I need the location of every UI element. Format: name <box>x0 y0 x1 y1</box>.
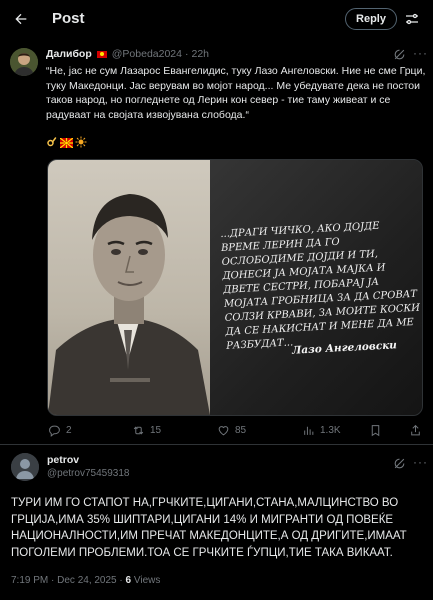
reply-icon <box>49 425 60 437</box>
views-action[interactable]: 1.3K <box>302 424 341 437</box>
author-handle[interactable]: @petrov7545931​8 <box>47 468 129 479</box>
sun-emoji-icon <box>75 135 87 153</box>
reply-views-label: Views <box>131 575 161 586</box>
reply-meta: 7:19 PM · Dec 24, 2025 · 6 Views <box>11 575 160 586</box>
more-options-icon[interactable]: ··· <box>413 46 428 60</box>
repost-icon <box>133 426 144 435</box>
more-options-icon[interactable]: ··· <box>413 455 428 469</box>
views-chart-icon <box>304 426 314 435</box>
reply-text: ТУРИ ИМ ГО СТАПОТ НА,ГРЧКИТЕ,ЦИГАНИ,СТАН… <box>11 497 407 559</box>
top-bar: Post Reply <box>0 0 433 38</box>
tune-settings-icon[interactable] <box>403 10 421 28</box>
macedonian-flag-icon <box>96 50 107 58</box>
hand-ok-emoji-icon <box>46 135 58 153</box>
like-count: 85 <box>235 425 247 436</box>
avatar[interactable] <box>10 48 38 76</box>
post-time[interactable]: 22h <box>191 48 209 60</box>
macedonian-flag-emoji-icon <box>59 135 74 153</box>
post-header: Далибор @Pobeda2024 · 22h <box>46 48 209 60</box>
separator: · <box>184 48 189 60</box>
bookmark-icon <box>371 425 380 437</box>
repost-count: 15 <box>150 425 162 436</box>
portrait-photo <box>48 160 210 415</box>
reply-action[interactable]: 2 <box>48 424 72 437</box>
reply-timestamp[interactable]: 7:19 PM · Dec 24, 2025 · <box>11 575 126 586</box>
avatar[interactable] <box>11 453 39 481</box>
author-name[interactable]: Далибор <box>46 48 92 60</box>
divider <box>0 444 433 445</box>
reply-count: 2 <box>66 425 72 436</box>
heart-icon <box>218 426 229 436</box>
share-action[interactable] <box>409 424 422 437</box>
author-handle[interactable]: @Pobeda2024 <box>112 48 182 60</box>
emoji-row <box>46 135 87 153</box>
post-actions: 2 15 85 1.3K <box>0 424 433 444</box>
share-icon <box>411 424 420 436</box>
back-arrow-icon[interactable] <box>10 8 32 30</box>
page-title: Post <box>52 10 85 27</box>
reply-button[interactable]: Reply <box>345 8 397 30</box>
author-name[interactable]: petrov <box>47 454 79 466</box>
post-text: “Не, јас не сум Лазарос Евангелидис, тук… <box>46 65 426 121</box>
bookmark-action[interactable] <box>369 424 382 437</box>
image-quote-text: ...Драги чичко, ако дојде време Лерин да… <box>220 220 421 352</box>
repost-action[interactable]: 15 <box>132 424 161 437</box>
like-action[interactable]: 85 <box>217 424 246 437</box>
view-count: 1.3K <box>320 425 341 436</box>
grok-icon[interactable] <box>393 48 406 61</box>
grok-icon[interactable] <box>393 457 406 470</box>
post-image[interactable]: ...Драги чичко, ако дојде време Лерин да… <box>47 159 423 416</box>
